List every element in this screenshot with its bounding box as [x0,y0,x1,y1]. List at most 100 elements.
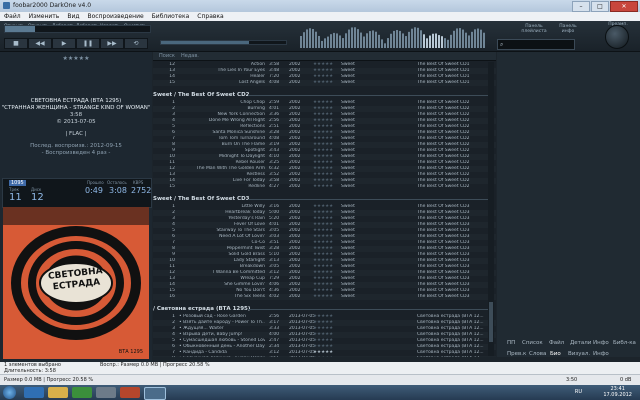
track-number-cell: 16 [169,294,175,299]
seek-bar[interactable] [4,25,151,33]
playlist-row[interactable]: 8 • Солнечная девушка - Sunny Honey ... 2:… [153,356,496,357]
np-codec: | FLAC | [65,131,87,137]
spectrum-bar [309,28,311,48]
media-icon[interactable] [96,387,116,398]
seek-fill [5,26,35,32]
spectrum-bar [357,29,359,48]
menu-bar: Файл Изменить Вид Воспроизведение Библио… [0,12,640,21]
start-button[interactable] [3,386,16,399]
np-date: © 2013-07-05 [56,119,96,125]
tab-visual[interactable]: Визуал. [568,351,590,357]
spectrum-bar [390,33,392,48]
spectrum-bar [381,39,383,48]
torrent-icon[interactable] [72,387,92,398]
spectrum-bar [423,34,425,48]
disc-number: 12 [31,192,44,203]
language-indicator[interactable]: RU [575,389,582,395]
np-last-played: Послед. воспроизв.: 2012-09-15 [30,143,122,149]
elapsed-time: 0:49 [85,186,103,195]
playlist-tab-recent[interactable]: Недав. [181,52,199,60]
tab-info[interactable]: Инфо [593,340,609,346]
opera-icon[interactable] [120,387,140,398]
clock[interactable]: 23:41 17.09.2012 [603,386,632,398]
title-cell: Redline [248,184,265,189]
tab-list[interactable]: Список [522,340,543,346]
year-cell: 2002 [289,80,301,85]
menu-library[interactable]: Библиотека [148,12,194,21]
rating-stars-empty[interactable]: ★★★★★ [313,356,339,357]
spectrum-bar [306,29,308,48]
tab-bio[interactable]: Био [550,351,561,357]
repeat-button[interactable]: ⟲ [124,38,148,49]
spectrum-bar [345,33,347,48]
playlist-scrollbar[interactable] [488,62,494,356]
menu-edit[interactable]: Изменить [25,12,64,21]
spectrum-bar [414,27,416,48]
menu-help[interactable]: Справка [193,12,227,21]
pause-button[interactable]: ❚❚ [76,38,100,49]
rating-stars-empty[interactable]: ★★★★★ [313,294,339,300]
tab-info-2[interactable]: Инфо [593,351,609,357]
spectrum-bar [435,33,437,48]
group-header[interactable]: Sweet / The Best Of Sweet CD3 [153,195,496,203]
window-controls: – □ ✕ [572,1,638,12]
np-artist: СВЕТОВНА ЕСТРАДА (ВТА 1295) [30,98,122,104]
tab-details[interactable]: Детали [570,340,591,346]
ie-icon[interactable] [24,387,44,398]
spectrum-bar [378,34,380,48]
maximize-button[interactable]: □ [591,1,609,12]
title-cell: The Six Teens [234,294,265,299]
spectrum-bar [321,40,323,48]
explorer-icon[interactable] [48,387,68,398]
rating-stars[interactable]: ★★★★★ [0,55,152,62]
playlist-row[interactable]: 15 Lost Angels 4:08 2002 Sweet The Best Of Sw… [153,80,496,86]
stop-button[interactable]: ■ [4,38,28,49]
right-panel [497,52,640,357]
tab-preview[interactable]: Прев.к [507,351,526,357]
playlist-row[interactable]: 15 Redline 4:27 2002 Sweet The Best Of Sweet … [153,184,496,190]
tab-library[interactable]: Библ-ка [613,340,636,346]
previous-button[interactable]: ◀◀ [28,38,52,49]
tab-file[interactable]: Файл [549,340,564,346]
next-button[interactable]: ▶▶ [100,38,124,49]
playlist-row[interactable]: 16 The Six Teens 4:02 2002 Sweet The Best Of … [153,294,496,300]
spectrum-bar [351,27,353,48]
lcd-counter: 1095 [9,180,26,186]
spectrum-bar [483,32,485,48]
tab-pp[interactable]: ПП [507,340,515,346]
scrollbar-thumb[interactable] [489,302,493,342]
spectrum-bar [429,35,431,48]
volume-slider[interactable] [160,40,287,45]
rating-stars-empty[interactable]: ★★★★★ [313,80,339,86]
elapsed-label: Прошло [87,180,104,185]
group-header[interactable]: Sweet / The Best Of Sweet CD2 [153,91,496,99]
close-button[interactable]: ✕ [610,1,638,12]
spectrum-bar [420,30,422,48]
foobar-taskbar-icon[interactable] [144,387,166,400]
tab-lyrics[interactable]: Слова [529,351,546,357]
info-panel-button[interactable]: Панель инфо [554,24,582,34]
playlist-header: Поиск Недав. [153,52,496,61]
minimize-button[interactable]: – [572,1,590,12]
artist-cell: Sweet [341,184,355,189]
spectrum-bar [348,29,350,48]
spectrum-bar [366,33,368,48]
duration-cell: 2:51 [269,356,283,357]
spectrum-bar [336,33,338,48]
playlist-tab-search[interactable]: Поиск [159,52,175,60]
spectrum-bar [342,38,344,48]
spectrum-bar [447,39,449,48]
menu-playback[interactable]: Воспроизведение [84,12,148,21]
group-header[interactable]: / Световна естрада (ВТА 1295) [153,305,496,313]
menu-file[interactable]: Файл [0,12,25,21]
play-button[interactable]: ▶ [52,38,76,49]
rating-stars-empty[interactable]: ★★★★★ [313,184,339,190]
spectrum-bar [330,34,332,48]
spectrum-bar [399,30,401,48]
preamp-knob[interactable] [605,25,629,49]
menu-view[interactable]: Вид [63,12,83,21]
spectrum-bar [360,32,362,48]
playlist-panel-button[interactable]: Панель плейлиста [520,24,548,34]
search-input[interactable]: ⌕ [497,39,575,50]
search-icon: ⌕ [500,41,504,48]
